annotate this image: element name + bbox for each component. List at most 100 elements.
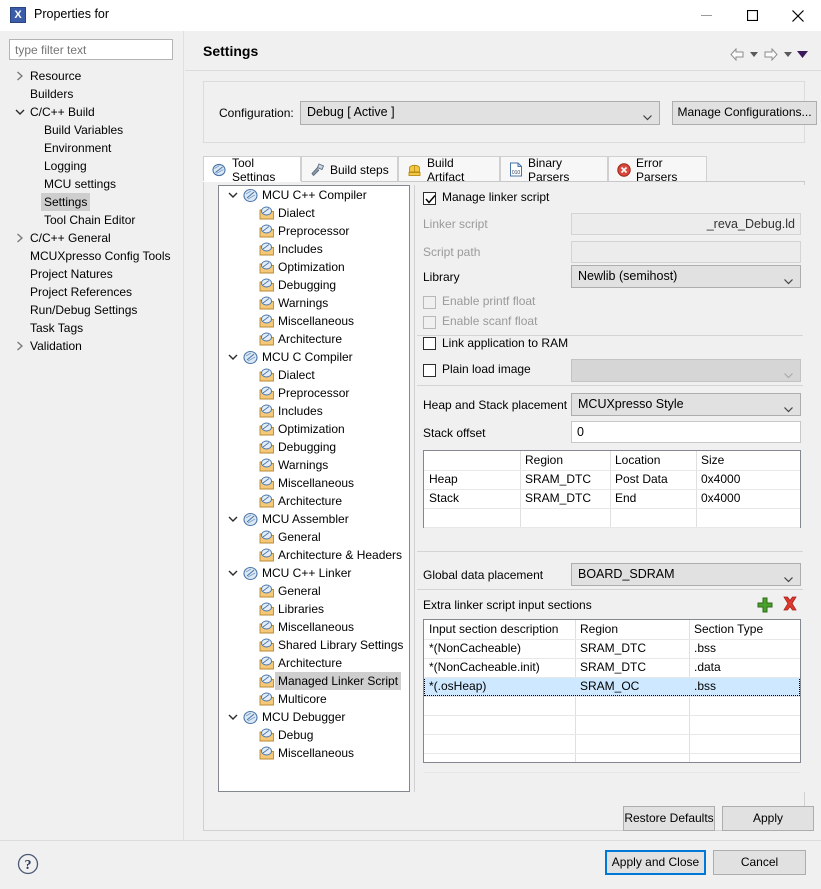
sidebar-item-task-tags[interactable]: Task Tags — [0, 319, 184, 337]
table-row[interactable]: *(.osHeap) SRAM_OC .bss — [424, 677, 800, 696]
tool-tree-item-architecture[interactable]: Architecture — [219, 492, 409, 510]
tool-tree-item-architecture[interactable]: Architecture — [219, 330, 409, 348]
extra-sections-table[interactable]: Input section description Region Section T… — [423, 619, 801, 773]
manage-linker-script-checkbox[interactable] — [423, 192, 436, 205]
tool-tree-item-mcu-assembler[interactable]: MCU Assembler — [219, 510, 409, 528]
stack-offset-input[interactable]: 0 — [571, 421, 801, 443]
table-row[interactable] — [424, 734, 800, 753]
table-row[interactable] — [424, 508, 800, 527]
close-button[interactable] — [775, 0, 821, 31]
table-column-header[interactable] — [424, 451, 520, 470]
tool-tree-item-managed-linker-script[interactable]: Managed Linker Script — [219, 672, 409, 690]
sidebar-item-validation[interactable]: Validation — [0, 337, 184, 355]
table-column-header[interactable]: Region — [520, 451, 610, 470]
tool-tree-item-dialect[interactable]: Dialect — [219, 366, 409, 384]
cancel-button[interactable]: Cancel — [713, 850, 806, 875]
table-row[interactable] — [424, 715, 800, 734]
tool-tree-item-warnings[interactable]: Warnings — [219, 294, 409, 312]
manage-configurations-button[interactable]: Manage Configurations... — [672, 101, 817, 125]
tool-tree-item-includes[interactable]: Includes — [219, 402, 409, 420]
tool-tree-item-general[interactable]: General — [219, 582, 409, 600]
tab-build-steps[interactable]: Build steps — [301, 156, 398, 182]
table-column-header[interactable]: Location — [610, 451, 696, 470]
tool-tree-item-optimization[interactable]: Optimization — [219, 258, 409, 276]
library-select[interactable]: Newlib (semihost) — [571, 265, 801, 288]
sidebar-item-c-c-build[interactable]: C/C++ Build — [0, 103, 184, 121]
tool-tree-item-preprocessor[interactable]: Preprocessor — [219, 384, 409, 402]
table-row[interactable]: Stack SRAM_DTC End 0x4000 — [424, 489, 800, 508]
script-path-input[interactable] — [571, 241, 801, 263]
apply-and-close-button[interactable]: Apply and Close — [605, 850, 706, 875]
tab-build-artifact[interactable]: Build Artifact — [398, 156, 500, 184]
tool-tree-item-mcu-c-linker[interactable]: MCU C++ Linker — [219, 564, 409, 582]
tool-tree-item-debugging[interactable]: Debugging — [219, 276, 409, 294]
sidebar-item-logging[interactable]: Logging — [0, 157, 184, 175]
chevron-right-icon[interactable] — [14, 67, 26, 85]
tool-tree-item-architecture-headers[interactable]: Architecture & Headers — [219, 546, 409, 564]
tab-error-parsers[interactable]: Error Parsers — [608, 156, 707, 184]
tool-tree-item-debug[interactable]: Debug — [219, 726, 409, 744]
restore-defaults-button[interactable]: Restore Defaults — [623, 806, 715, 831]
plain-load-image-checkbox[interactable] — [423, 364, 436, 377]
minimize-button[interactable] — [683, 0, 729, 31]
link-application-to-ram-checkbox[interactable] — [423, 337, 436, 350]
tool-tree-item-mcu-debugger[interactable]: MCU Debugger — [219, 708, 409, 726]
sidebar-item-build-variables[interactable]: Build Variables — [0, 121, 184, 139]
linker-script-input[interactable]: _reva_Debug.ld — [571, 213, 801, 235]
tab-binary-parsers[interactable]: 010 Binary Parsers — [500, 156, 608, 184]
tool-tree-item-shared-library-settings[interactable]: Shared Library Settings — [219, 636, 409, 654]
sidebar-item-mcu-settings[interactable]: MCU settings — [0, 175, 184, 193]
tool-tree-item-libraries[interactable]: Libraries — [219, 600, 409, 618]
forward-arrow-icon[interactable] — [761, 44, 781, 64]
table-row[interactable]: Heap SRAM_DTC Post Data 0x4000 — [424, 470, 800, 489]
chevron-down-icon[interactable] — [227, 186, 239, 204]
back-arrow-icon[interactable] — [727, 44, 747, 64]
enable-printf-float-checkbox[interactable] — [423, 296, 436, 309]
sidebar-item-project-natures[interactable]: Project Natures — [0, 265, 184, 283]
add-plus-icon[interactable] — [756, 596, 774, 614]
table-column-header[interactable]: Input section description — [424, 620, 575, 639]
tool-tree-item-miscellaneous[interactable]: Miscellaneous — [219, 474, 409, 492]
tool-tree-item-dialect[interactable]: Dialect — [219, 204, 409, 222]
sidebar-item-tool-chain-editor[interactable]: Tool Chain Editor — [0, 211, 184, 229]
tool-tree-item-debugging[interactable]: Debugging — [219, 438, 409, 456]
sidebar-item-mcuxpresso-config-tools[interactable]: MCUXpresso Config Tools — [0, 247, 184, 265]
chevron-right-icon[interactable] — [14, 229, 26, 247]
sidebar-item-settings[interactable]: Settings — [0, 193, 184, 211]
maximize-button[interactable] — [729, 0, 775, 31]
sidebar-item-resource[interactable]: Resource — [0, 67, 184, 85]
table-column-header[interactable]: Region — [575, 620, 689, 639]
sidebar-item-c-c-general[interactable]: C/C++ General — [0, 229, 184, 247]
tool-tree-item-includes[interactable]: Includes — [219, 240, 409, 258]
sidebar-item-project-references[interactable]: Project References — [0, 283, 184, 301]
table-column-header[interactable]: Size — [696, 451, 800, 470]
chevron-down-icon[interactable] — [227, 348, 239, 366]
table-row[interactable]: *(NonCacheable) SRAM_DTC .bss — [424, 639, 800, 658]
tool-tree-item-preprocessor[interactable]: Preprocessor — [219, 222, 409, 240]
sidebar-item-run-debug-settings[interactable]: Run/Debug Settings — [0, 301, 184, 319]
tool-tree-item-mcu-c-compiler[interactable]: MCU C Compiler — [219, 348, 409, 366]
table-row[interactable] — [424, 753, 800, 772]
table-column-header[interactable]: Section Type — [689, 620, 800, 639]
chevron-down-icon[interactable] — [14, 103, 26, 121]
tool-tree-item-warnings[interactable]: Warnings — [219, 456, 409, 474]
sidebar-item-environment[interactable]: Environment — [0, 139, 184, 157]
sidebar-item-builders[interactable]: Builders — [0, 85, 184, 103]
delete-x-icon[interactable] — [781, 596, 799, 614]
tool-tree-item-mcu-c-compiler[interactable]: MCU C++ Compiler — [219, 186, 409, 204]
plain-load-image-select[interactable] — [571, 359, 801, 382]
back-menu-chevron-down-icon[interactable] — [747, 44, 761, 64]
enable-scanf-float-checkbox[interactable] — [423, 316, 436, 329]
table-row[interactable]: *(NonCacheable.init) SRAM_DTC .data — [424, 658, 800, 677]
tool-tree-item-miscellaneous[interactable]: Miscellaneous — [219, 744, 409, 762]
filter-input[interactable] — [9, 39, 173, 60]
tab-tool-settings[interactable]: Tool Settings — [203, 156, 301, 184]
chevron-down-icon[interactable] — [227, 708, 239, 726]
tool-tree-item-optimization[interactable]: Optimization — [219, 420, 409, 438]
chevron-down-icon[interactable] — [227, 510, 239, 528]
forward-menu-chevron-down-icon[interactable] — [781, 44, 795, 64]
tool-tree-item-general[interactable]: General — [219, 528, 409, 546]
table-row[interactable] — [424, 696, 800, 715]
tool-tree-item-multicore[interactable]: Multicore — [219, 690, 409, 708]
overflow-chevron-down-icon[interactable] — [795, 44, 809, 64]
